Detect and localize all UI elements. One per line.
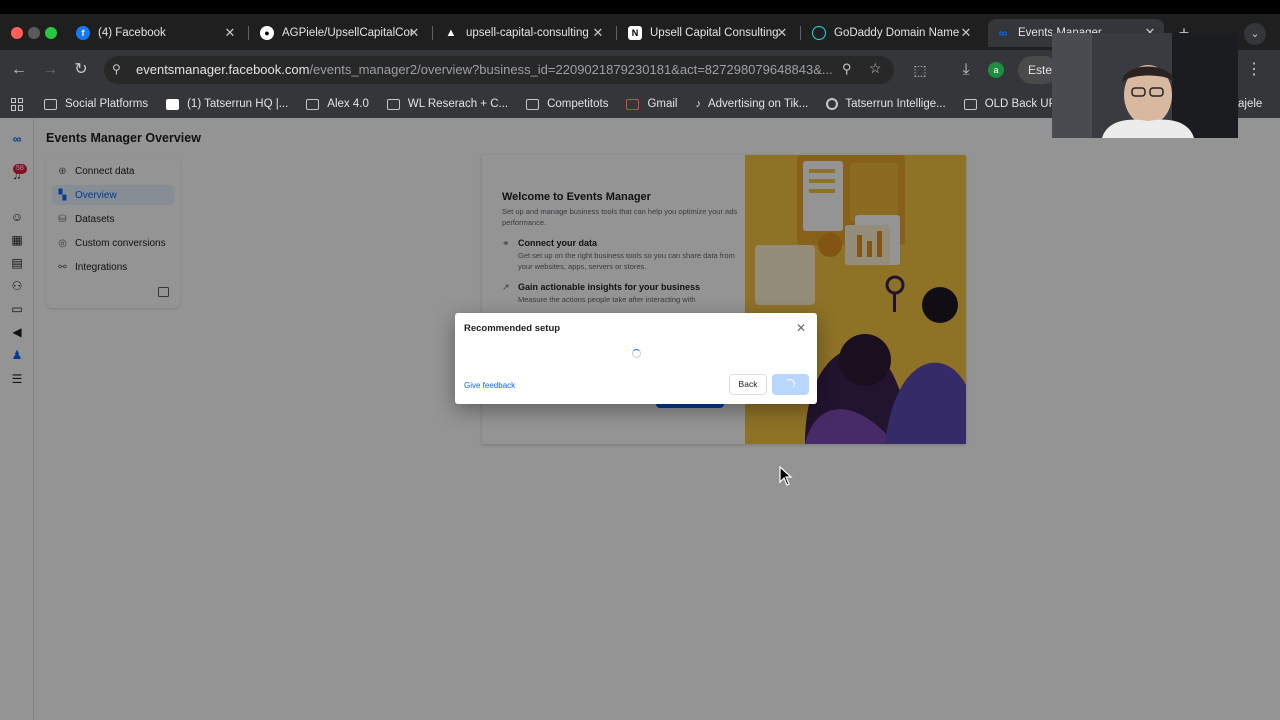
back-icon[interactable]: ← [9,60,29,80]
close-icon[interactable]: ✕ [774,25,790,41]
bookmark-gmail[interactable]: Gmail [626,98,677,110]
dialog-title: Recommended setup [464,323,561,334]
folder-icon [963,98,977,110]
notion-icon: N [628,26,642,40]
tab-github[interactable]: ● AGPiele/UpsellCapitalCon ✕ [252,19,428,47]
tab-godaddy[interactable]: GoDaddy Domain Name ✕ [804,19,980,47]
bookmark-wl-research[interactable]: WL Reserach + C... [386,98,509,110]
bookmark-label: WL Reserach + C... [407,98,509,110]
url-text: eventsmanager.facebook.com/events_manage… [136,62,836,77]
vercel-icon: ▲ [445,27,457,39]
bookmark-tatserrun-intelligence[interactable]: Tatserrun Intellige... [826,98,946,110]
bookmark-label: Gmail [647,98,678,110]
webcam-overlay [1052,33,1238,138]
apps-icon[interactable] [11,97,24,111]
bookmark-tiktok[interactable]: ♪ Advertising on Tik... [695,98,808,110]
address-bar[interactable]: ⚲ eventsmanager.facebook.com/events_mana… [104,56,894,84]
bookmark-old-backups[interactable]: OLD Back UPs [963,98,1063,110]
bookmark-label: Alex 4.0 [327,98,369,110]
github-icon: ● [260,26,274,40]
facebook-icon: f [76,26,90,40]
tab-separator [800,26,801,40]
close-icon[interactable]: ✕ [222,25,238,41]
bookmark-overflow[interactable]: ajele [1238,98,1262,110]
close-icon[interactable]: ✕ [406,25,422,41]
tab-notion[interactable]: N Upsell Capital Consulting ✕ [620,19,796,47]
maximize-window-button[interactable] [45,27,57,39]
profile-avatar[interactable]: a [988,62,1004,78]
bookmark-label: Social Platforms [65,98,149,110]
tab-title: Upsell Capital Consulting [650,27,779,39]
forward-icon[interactable]: → [40,60,60,80]
extensions-icon[interactable]: ⬚ [910,60,930,80]
events-manager-page: ∞ ♫ 58 ☺ ▦ ▤ ⚇ ▭ ◀ ♟ ☰ Events Manager Ov… [0,118,1280,720]
notion-icon [166,98,180,110]
bookmark-label: Advertising on Tik... [707,98,809,110]
bookmark-star-icon[interactable]: ☆ [869,60,882,77]
close-icon[interactable]: ✕ [590,25,606,41]
url-host: eventsmanager.facebook.com [136,62,310,77]
bookmark-label: (1) Tatserrun HQ |... [187,98,289,110]
tab-facebook[interactable]: f (4) Facebook ✕ [68,19,244,47]
mouse-cursor [779,466,793,486]
chrome-icon [826,98,839,110]
folder-icon [526,98,540,110]
bookmark-label: OLD Back UPs [984,98,1063,110]
bookmark-tatserrun-hq[interactable]: (1) Tatserrun HQ |... [166,98,288,110]
tiktok-icon: ♪ [695,98,701,110]
zoom-icon[interactable]: ⚲ [842,61,852,77]
folder-icon [306,98,320,110]
tab-search-icon[interactable]: ⌄ [1244,23,1266,45]
tab-separator [432,26,433,40]
close-icon[interactable]: ✕ [794,321,808,335]
gmail-icon [626,98,640,110]
loading-spinner [632,349,641,358]
next-button[interactable] [772,374,809,395]
site-info-icon[interactable]: ⚲ [112,62,121,76]
bookmark-label: Competitots [547,98,609,110]
folder-icon [44,98,57,110]
close-icon[interactable]: ✕ [958,25,974,41]
godaddy-icon [812,26,826,40]
tab-title: GoDaddy Domain Name [834,27,960,39]
tab-separator [616,26,617,40]
bookmark-alex[interactable]: Alex 4.0 [306,98,369,110]
reload-icon[interactable]: ↻ [71,60,91,80]
recommended-setup-dialog: Recommended setup ✕ Give feedback Back [455,313,817,404]
bookmark-competitots[interactable]: Competitots [526,98,608,110]
bookmark-social-platforms[interactable]: Social Platforms [44,98,148,110]
tab-title: (4) Facebook [98,27,166,39]
meta-icon: ∞ [998,26,1008,40]
modal-overlay[interactable] [0,118,1280,720]
top-bar [0,0,1280,14]
back-button[interactable]: Back [729,374,767,395]
download-icon[interactable]: ⤓ [956,60,976,80]
close-window-button[interactable] [11,27,23,39]
tab-title: AGPiele/UpsellCapitalCon [282,27,412,39]
button-spinner-icon [785,379,795,389]
menu-icon[interactable]: ⋮ [1244,60,1264,80]
tab-title: upsell-capital-consulting [466,27,589,39]
folder-icon [386,98,400,110]
give-feedback-link[interactable]: Give feedback [464,381,515,390]
tab-separator [248,26,249,40]
url-path: /events_manager2/overview?business_id=22… [309,62,833,77]
tab-vercel[interactable]: ▲ upsell-capital-consulting ✕ [436,19,612,47]
minimize-window-button[interactable] [28,27,40,39]
bookmark-label: Tatserrun Intellige... [845,98,946,110]
